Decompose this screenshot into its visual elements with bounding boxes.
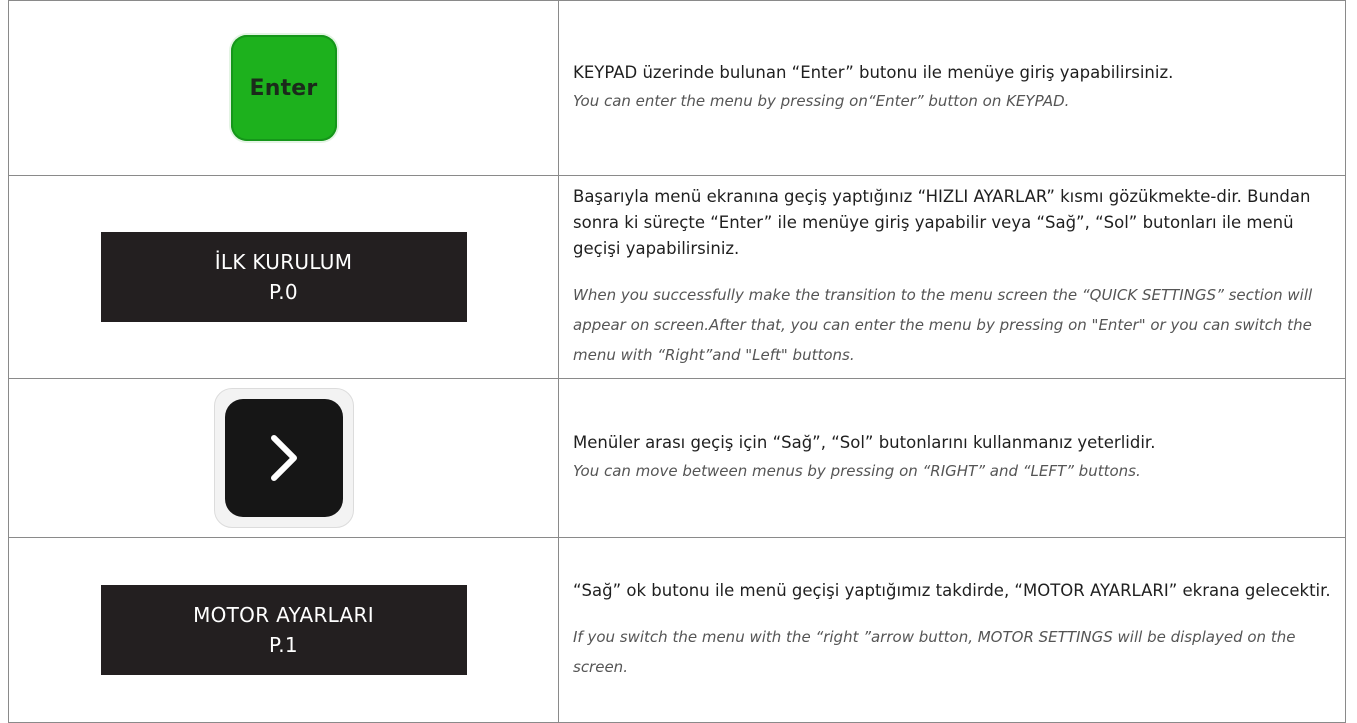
turkish-text: “Sağ” ok butonu ile menü geçişi yaptığım… [573, 581, 1331, 600]
turkish-text: KEYPAD üzerinde bulunan “Enter” butonu i… [573, 63, 1174, 82]
turkish-text: Başarıyla menü ekranına geçiş yaptığınız… [573, 187, 1311, 258]
enter-key-label: Enter [249, 75, 318, 101]
display-screen: İLK KURULUM P.0 [100, 232, 467, 322]
english-text: If you switch the menu with the “right ”… [573, 628, 1296, 676]
visual-cell: İLK KURULUM P.0 [8, 175, 559, 379]
text-cell: Menüler arası geçiş için “Sağ”, “Sol” bu… [558, 378, 1346, 538]
text-cell: “Sağ” ok butonu ile menü geçişi yaptığım… [558, 537, 1346, 723]
text-cell: KEYPAD üzerinde bulunan “Enter” butonu i… [558, 0, 1346, 176]
visual-cell [8, 378, 559, 538]
screen-parameter: P.1 [269, 633, 298, 657]
screen-parameter: P.0 [269, 280, 298, 304]
instruction-row-arrow: Menüler arası geçiş için “Sağ”, “Sol” bu… [8, 378, 1346, 538]
screen-title: MOTOR AYARLARI [193, 603, 374, 627]
english-text: You can move between menus by pressing o… [573, 462, 1141, 480]
text-cell: Başarıyla menü ekranına geçiş yaptığınız… [558, 175, 1346, 379]
english-text: You can enter the menu by pressing on“En… [573, 92, 1070, 110]
visual-cell: MOTOR AYARLARI P.1 [8, 537, 559, 723]
enter-key-image: Enter [230, 35, 337, 141]
display-screen: MOTOR AYARLARI P.1 [100, 585, 467, 675]
right-key-image [213, 388, 354, 528]
instruction-row-motor-ayarlari: MOTOR AYARLARI P.1 “Sağ” ok butonu ile m… [8, 537, 1346, 723]
turkish-text: Menüler arası geçiş için “Sağ”, “Sol” bu… [573, 433, 1156, 452]
instruction-row-ilk-kurulum: İLK KURULUM P.0 Başarıyla menü ekranına … [8, 175, 1346, 379]
chevron-right-icon [270, 435, 297, 481]
english-text: When you successfully make the transitio… [573, 286, 1313, 364]
instruction-row-enter: Enter KEYPAD üzerinde bulunan “Enter” bu… [8, 0, 1346, 176]
visual-cell: Enter [8, 0, 559, 176]
instruction-table: Enter KEYPAD üzerinde bulunan “Enter” bu… [8, 0, 1346, 723]
right-key [224, 399, 343, 517]
screen-title: İLK KURULUM [214, 250, 353, 274]
